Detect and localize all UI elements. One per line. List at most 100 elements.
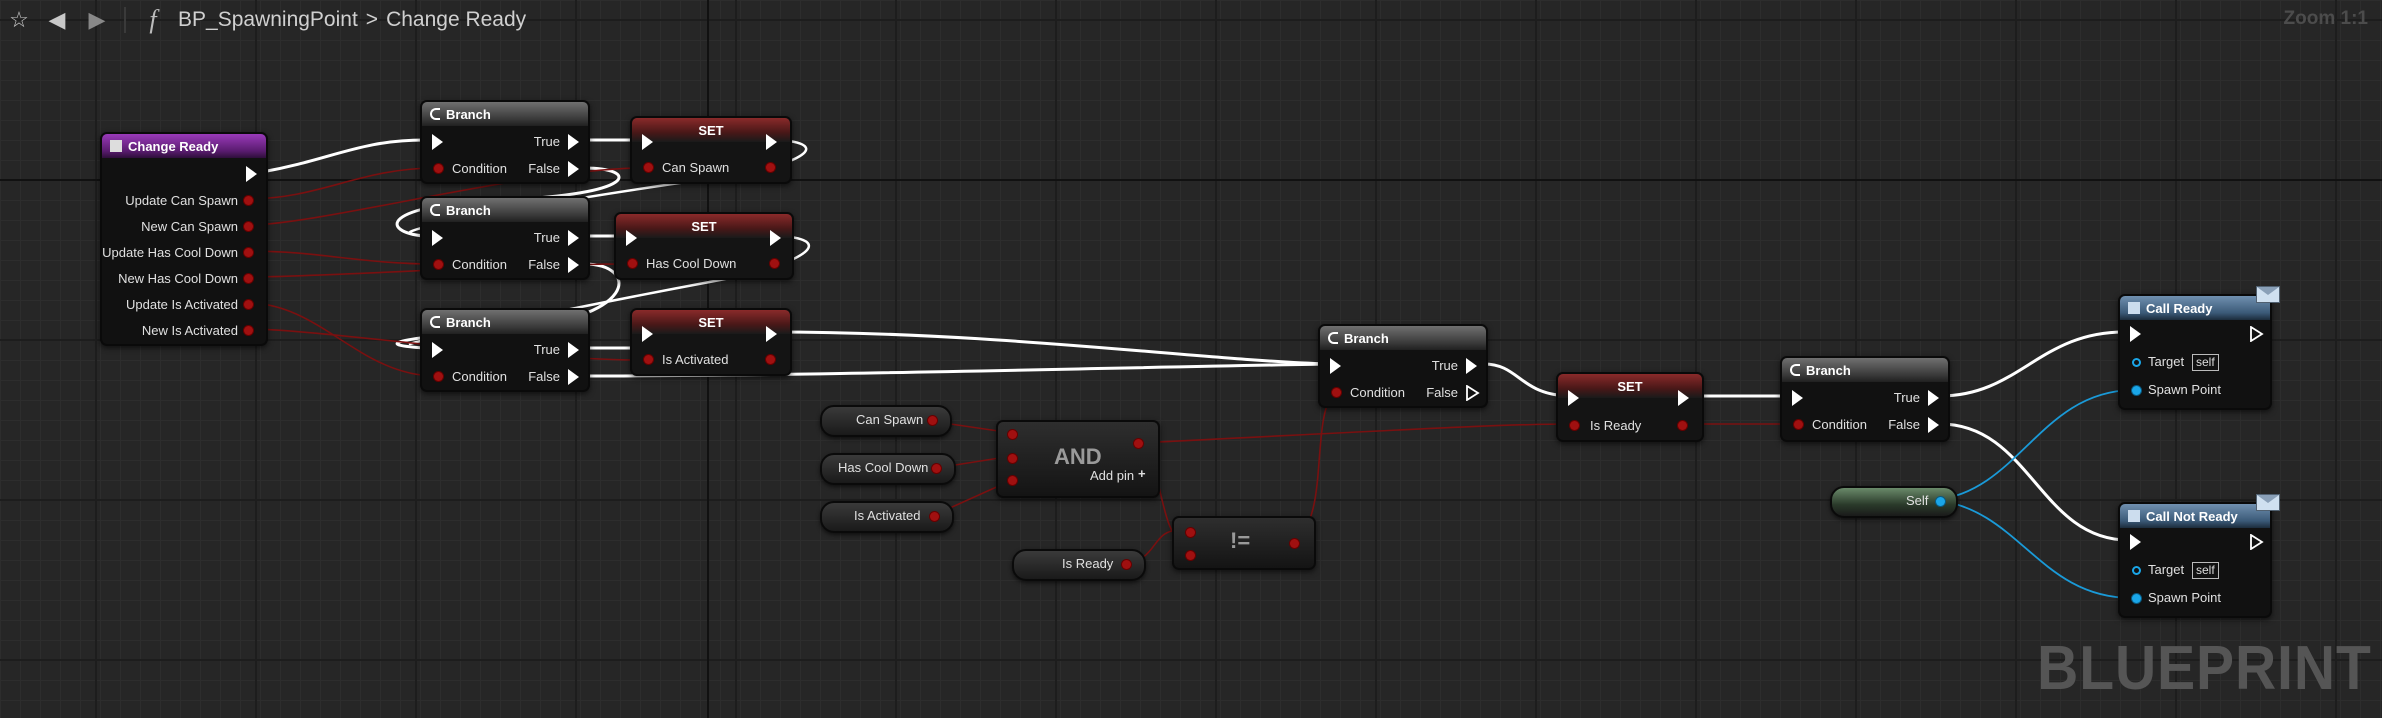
exec-out-pin[interactable] <box>766 134 777 150</box>
param-pin[interactable] <box>244 248 253 257</box>
var-in-pin[interactable] <box>644 355 653 364</box>
neq-in-pin[interactable] <box>1186 551 1195 560</box>
param-pin[interactable] <box>244 274 253 283</box>
get-var-node[interactable]: Is Ready <box>1012 549 1146 581</box>
and-title: AND <box>1054 444 1102 469</box>
exec-in-pin[interactable] <box>432 134 443 150</box>
set-node[interactable]: SET Has Cool Down <box>614 212 794 280</box>
target-self-value[interactable]: self <box>2192 562 2219 579</box>
get-var-node[interactable]: Has Cool Down <box>820 453 956 485</box>
condition-pin[interactable] <box>434 260 443 269</box>
var-in-pin[interactable] <box>628 259 637 268</box>
false-exec-pin-unconnected[interactable] <box>1466 385 1480 401</box>
exec-out-pin[interactable] <box>766 326 777 342</box>
condition-pin[interactable] <box>1332 388 1341 397</box>
exec-in-pin[interactable] <box>432 230 443 246</box>
add-pin-plus-icon[interactable]: + <box>1138 466 1146 481</box>
var-in-pin[interactable] <box>644 163 653 172</box>
var-out-pin[interactable] <box>930 512 939 521</box>
var-in-pin[interactable] <box>1570 421 1579 430</box>
add-pin-label[interactable]: Add pin <box>1090 468 1134 483</box>
exec-in-pin[interactable] <box>1330 358 1341 374</box>
branch-node[interactable]: Branch True Condition False <box>420 308 590 392</box>
var-out-pin[interactable] <box>1678 421 1687 430</box>
true-label: True <box>533 342 560 357</box>
exec-out-pin-unconnected[interactable] <box>2250 326 2264 342</box>
true-label: True <box>533 230 560 245</box>
set-var-label: Is Ready <box>1590 418 1642 433</box>
param-pin[interactable] <box>244 326 253 335</box>
var-out-pin[interactable] <box>766 355 775 364</box>
exec-out-pin[interactable] <box>770 230 781 246</box>
condition-pin[interactable] <box>434 372 443 381</box>
separator <box>124 7 126 33</box>
var-out-pin[interactable] <box>928 416 937 425</box>
branch-node[interactable]: Branch True Condition False <box>420 196 590 280</box>
spawn-point-pin[interactable] <box>2132 386 2141 395</box>
false-exec-pin[interactable] <box>568 369 579 385</box>
var-out-pin[interactable] <box>770 259 779 268</box>
true-exec-pin[interactable] <box>568 134 579 150</box>
and-in-pin[interactable] <box>1008 476 1017 485</box>
target-pin[interactable] <box>2132 358 2141 367</box>
spawn-point-pin[interactable] <box>2132 594 2141 603</box>
target-pin[interactable] <box>2132 566 2141 575</box>
exec-out-pin[interactable] <box>1678 390 1689 406</box>
spawn-point-label: Spawn Point <box>2148 590 2221 605</box>
self-out-pin[interactable] <box>1936 497 1945 506</box>
exec-in-pin[interactable] <box>432 342 443 358</box>
exec-wire <box>260 138 426 174</box>
neq-out-pin[interactable] <box>1290 539 1299 548</box>
var-out-pin[interactable] <box>766 163 775 172</box>
forward-arrow-icon[interactable]: ▶ <box>80 3 114 37</box>
breadcrumb-function[interactable]: Change Ready <box>386 8 526 32</box>
and-in-pin[interactable] <box>1008 454 1017 463</box>
self-node[interactable]: Self <box>1830 486 1958 518</box>
and-node[interactable]: AND Add pin + <box>996 420 1160 498</box>
call-ready-node[interactable]: Call Ready Target self Spawn Point <box>2118 286 2280 410</box>
exec-in-pin[interactable] <box>2130 326 2141 342</box>
branch-node[interactable]: Branch True Condition False <box>1318 324 1488 408</box>
param-pin[interactable] <box>244 196 253 205</box>
true-exec-pin[interactable] <box>1928 390 1939 406</box>
and-out-pin[interactable] <box>1134 439 1143 448</box>
param-pin[interactable] <box>244 222 253 231</box>
star-icon[interactable]: ☆ <box>2 3 36 37</box>
neq-in-pin[interactable] <box>1186 528 1195 537</box>
exec-out-pin-unconnected[interactable] <box>2250 534 2264 550</box>
target-label: Target <box>2148 354 2185 369</box>
branch-node[interactable]: Branch True Condition False <box>1780 356 1950 442</box>
false-exec-pin[interactable] <box>568 257 579 273</box>
exec-in-pin[interactable] <box>1792 390 1803 406</box>
get-var-node[interactable]: Is Activated <box>820 501 954 533</box>
and-in-pin[interactable] <box>1008 430 1017 439</box>
call-not-ready-node[interactable]: Call Not Ready Target self Spawn Point <box>2118 494 2280 618</box>
set-node[interactable]: SET Is Ready <box>1556 372 1704 442</box>
target-self-value[interactable]: self <box>2192 354 2219 371</box>
true-exec-pin[interactable] <box>568 342 579 358</box>
set-node[interactable]: SET Can Spawn <box>630 116 792 184</box>
function-entry-node[interactable]: Change Ready Update Can Spawn New Can Sp… <box>100 132 268 346</box>
false-exec-pin[interactable] <box>1928 417 1939 433</box>
exec-in-pin[interactable] <box>642 326 653 342</box>
get-var-node[interactable]: Can Spawn <box>820 405 952 437</box>
set-node[interactable]: SET Is Activated <box>630 308 792 376</box>
condition-pin[interactable] <box>1794 420 1803 429</box>
exec-in-pin[interactable] <box>2130 534 2141 550</box>
breadcrumb-blueprint[interactable]: BP_SpawningPoint <box>178 8 358 32</box>
exec-out-pin[interactable] <box>246 166 257 182</box>
exec-in-pin[interactable] <box>642 134 653 150</box>
false-exec-pin[interactable] <box>568 161 579 177</box>
param-label: Update Is Activated <box>125 297 238 312</box>
branch-node[interactable]: Branch True Condition False <box>420 100 590 184</box>
not-equal-node[interactable]: != <box>1172 516 1316 570</box>
var-out-pin[interactable] <box>932 464 941 473</box>
true-exec-pin[interactable] <box>1466 358 1477 374</box>
exec-in-pin[interactable] <box>626 230 637 246</box>
exec-in-pin[interactable] <box>1568 390 1579 406</box>
back-arrow-icon[interactable]: ◀ <box>40 3 74 37</box>
var-out-pin[interactable] <box>1122 560 1131 569</box>
true-exec-pin[interactable] <box>568 230 579 246</box>
condition-pin[interactable] <box>434 164 443 173</box>
param-pin[interactable] <box>244 300 253 309</box>
